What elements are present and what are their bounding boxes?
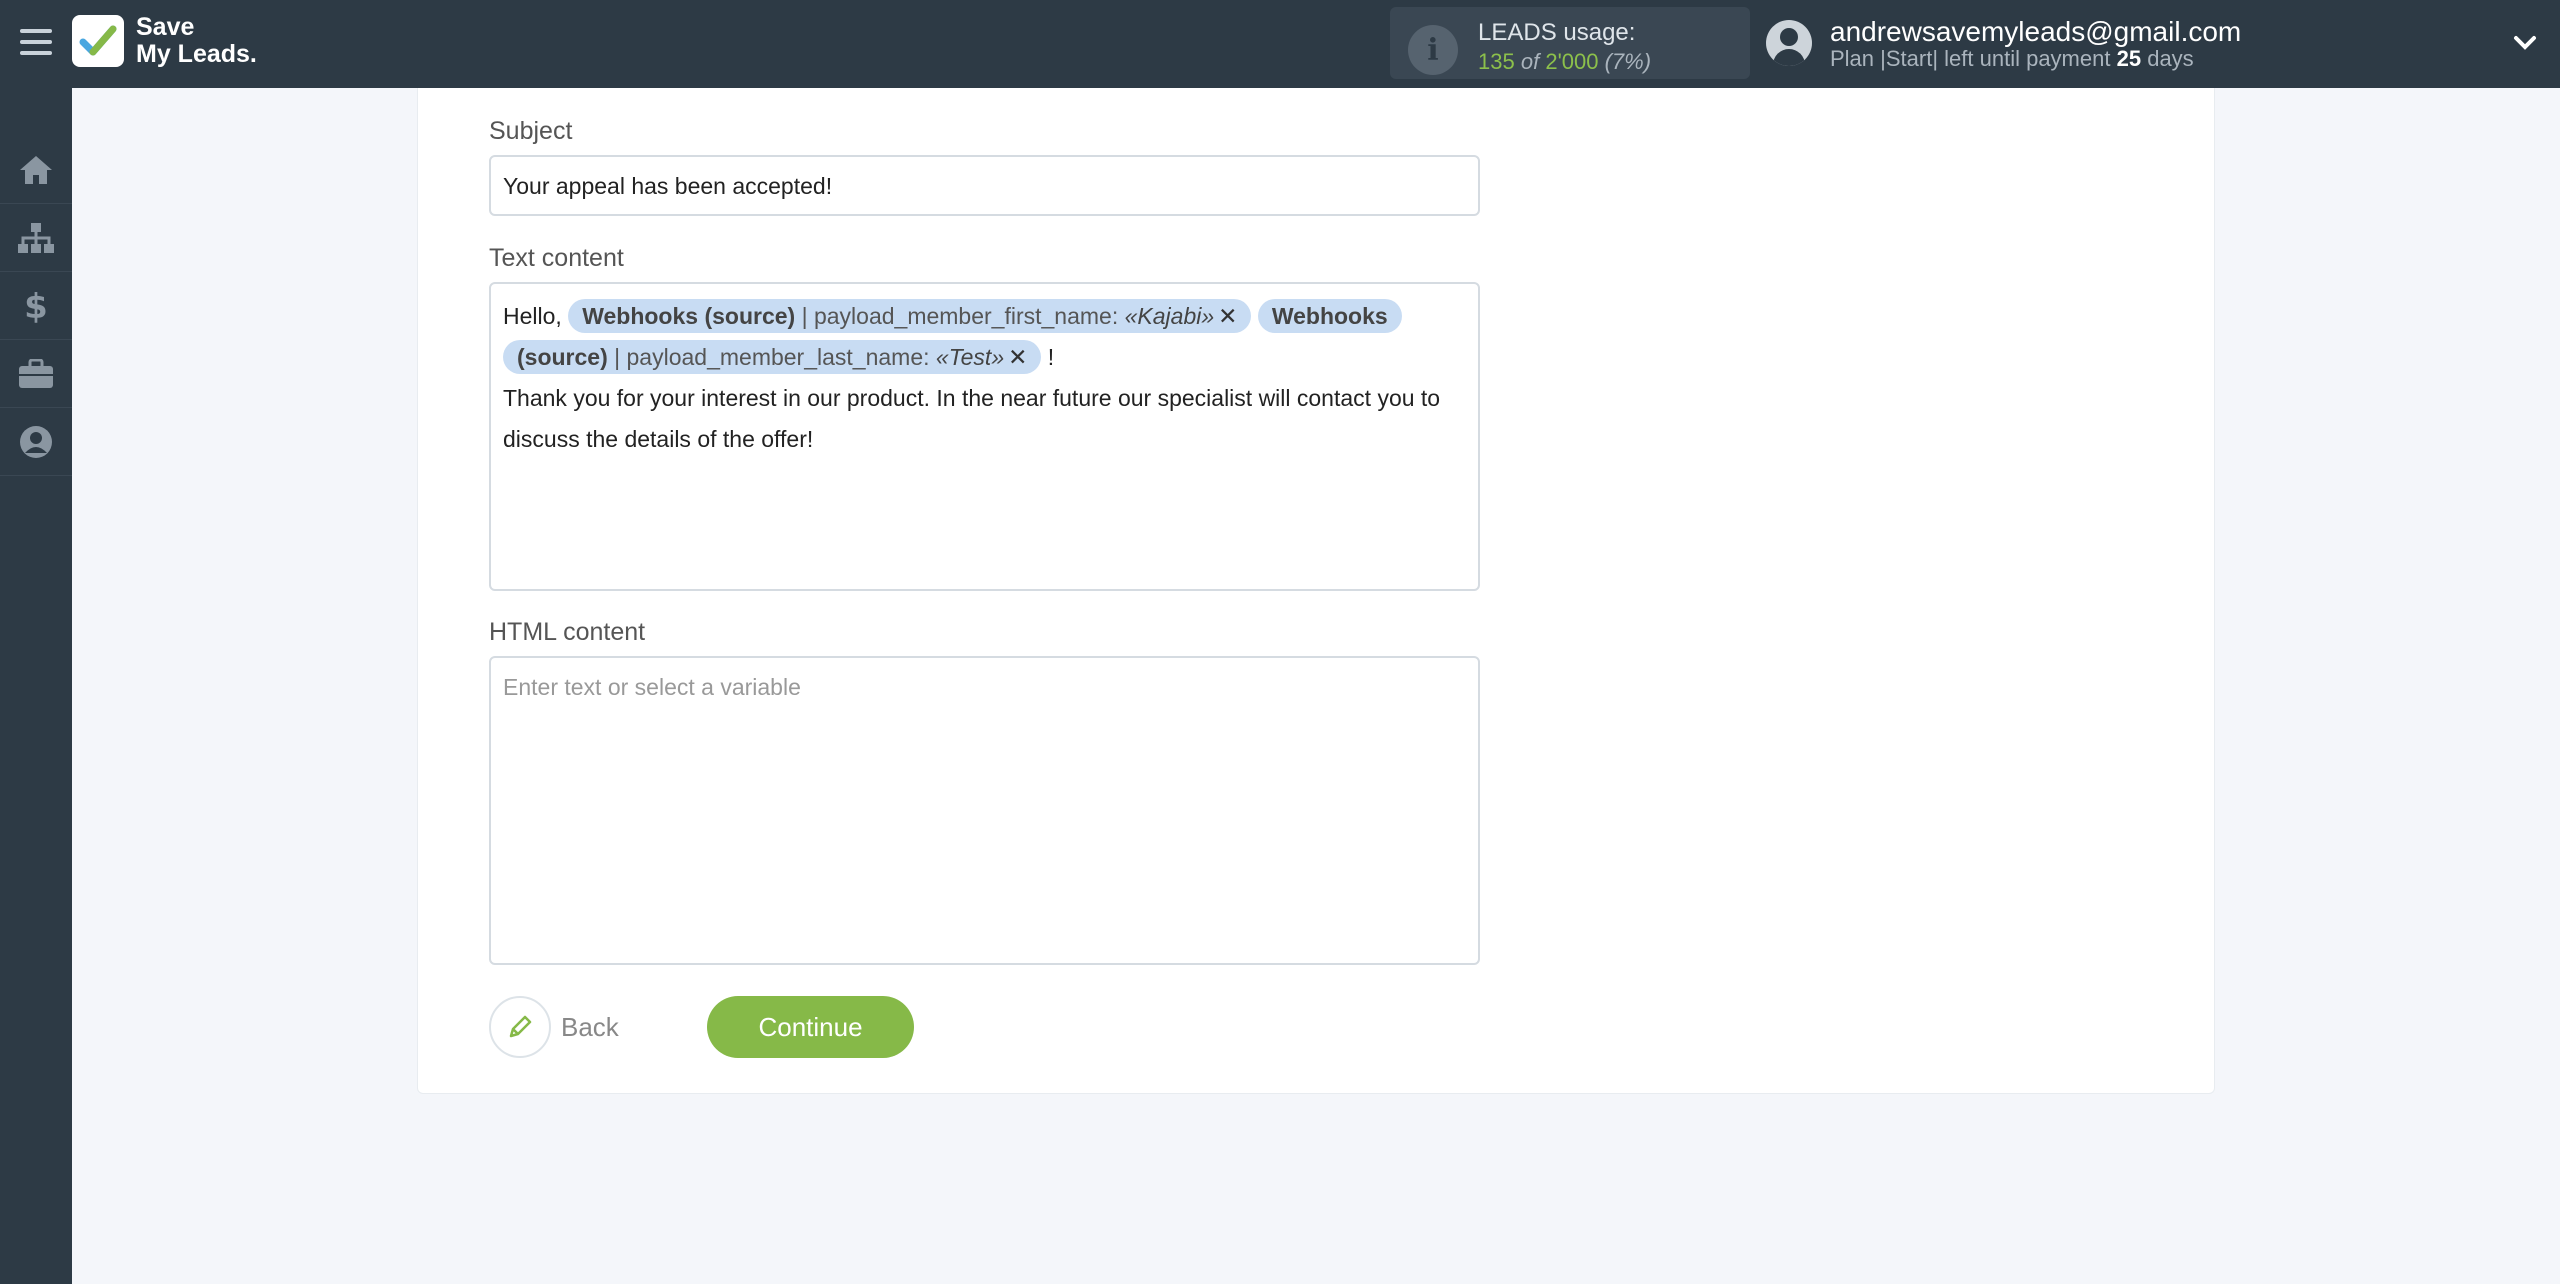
subject-label: Subject (489, 117, 573, 145)
variable-chip-last-name[interactable]: (source) | payload_member_last_name: «Te… (503, 340, 1042, 374)
back-button[interactable]: Back (489, 996, 619, 1058)
top-bar: Save My Leads. i LEADS usage: 135 of 2'0… (0, 0, 2560, 88)
sidebar-item-home[interactable] (0, 136, 72, 204)
home-icon (20, 155, 52, 184)
plan-status: Plan |Start| left until payment 25 days (1830, 46, 2194, 71)
sidebar: $ (0, 88, 72, 1284)
account-email: andrewsavemyleads@gmail.com (1830, 16, 2242, 47)
sidebar-item-connections[interactable] (0, 204, 72, 272)
continue-button[interactable]: Continue (707, 996, 914, 1058)
text-line-body1: Thank you for your interest in our produ… (503, 385, 1441, 411)
avatar-icon (1766, 20, 1812, 66)
variable-chip-last-name-part1[interactable]: Webhooks (1257, 299, 1402, 333)
sitemap-icon (18, 222, 54, 253)
usage-count: 135 of 2'000 (7%) (1478, 49, 1652, 74)
text-line-greeting: Hello, Webhooks (source) | payload_membe… (503, 296, 1466, 337)
info-icon: i (1408, 25, 1458, 75)
html-content-label: HTML content (489, 618, 646, 646)
user-circle-icon (20, 425, 52, 458)
leads-usage-panel: i LEADS usage: 135 of 2'000 (7%) (1390, 7, 1750, 79)
text-content-field[interactable]: Hello, Webhooks (source) | payload_membe… (489, 282, 1480, 591)
logo[interactable]: Save My Leads. (72, 14, 257, 68)
html-content-field[interactable]: Enter text or select a variable (489, 656, 1480, 965)
usage-title: LEADS usage: (1478, 19, 1636, 46)
text-content-label: Text content (489, 244, 624, 272)
logo-text-line2: My Leads. (136, 40, 257, 68)
sidebar-item-billing[interactable]: $ (0, 272, 72, 340)
remove-chip-icon[interactable]: ✕ (1218, 303, 1237, 329)
menu-icon[interactable] (20, 26, 52, 58)
variable-chip-first-name[interactable]: Webhooks (source) | payload_member_first… (568, 299, 1252, 333)
logo-text-line1: Save (136, 13, 195, 41)
sidebar-item-profile[interactable] (0, 408, 72, 476)
dollar-icon: $ (24, 288, 48, 324)
logo-check-icon (72, 15, 124, 67)
sidebar-item-services[interactable] (0, 340, 72, 408)
chevron-down-icon[interactable] (2512, 30, 2538, 56)
svg-text:$: $ (24, 288, 48, 324)
briefcase-icon (19, 358, 53, 388)
back-label: Back (561, 1011, 619, 1042)
text-line-body2: discuss the details of the offer! (503, 426, 814, 452)
text-line-chip2: (source) | payload_member_last_name: «Te… (503, 337, 1466, 378)
subject-field[interactable]: Your appeal has been accepted! (489, 155, 1480, 216)
pencil-icon (489, 996, 551, 1058)
remove-chip-icon[interactable]: ✕ (1008, 344, 1027, 370)
